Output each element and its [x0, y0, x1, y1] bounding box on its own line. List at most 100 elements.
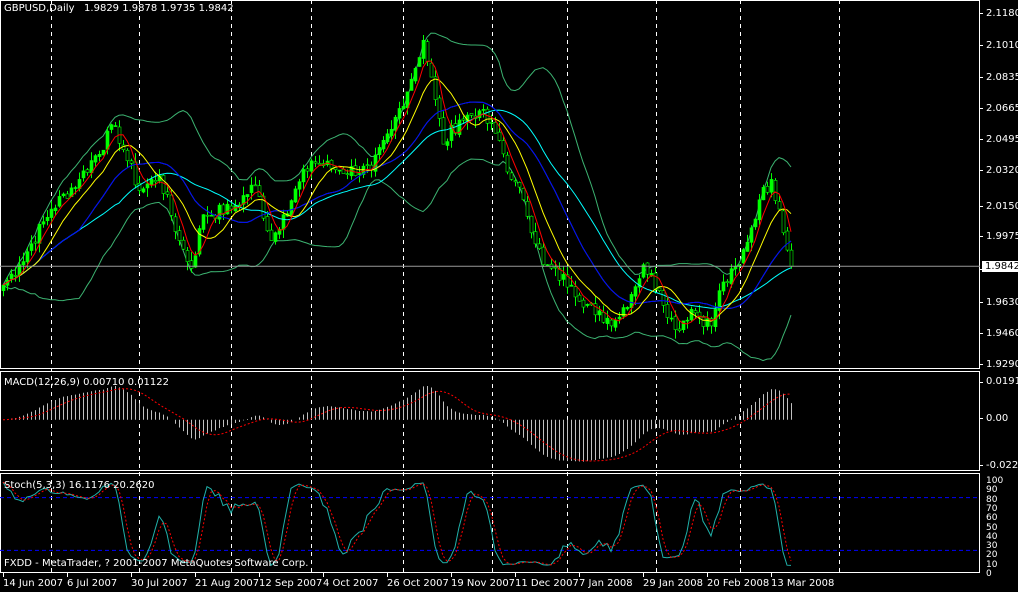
candle-bear — [125, 149, 130, 162]
candle-bear — [677, 328, 682, 331]
candle-bull — [749, 227, 754, 243]
price-axis-label: 1.9975 — [986, 231, 1018, 242]
candle-bull — [301, 169, 306, 183]
candle-bull — [149, 178, 154, 185]
candle-bull — [745, 241, 750, 252]
candle-bull — [481, 109, 486, 111]
candle-bull — [413, 68, 418, 82]
chart-canvas[interactable] — [0, 0, 1018, 592]
candle-bear — [725, 281, 730, 284]
date-axis-label: 14 Jun 2007 — [3, 578, 64, 589]
macd-axis-zero: 0.00 — [986, 413, 1009, 424]
macd-axis-max: 0.01919 — [986, 376, 1018, 387]
candle-bull — [1, 284, 6, 291]
candle-bear — [581, 299, 586, 308]
candle-bull — [61, 193, 66, 197]
candle-bull — [741, 249, 746, 264]
candle-bear — [441, 117, 446, 145]
copyright-text: FXDD - MetaTrader, ? 2001-2007 MetaQuote… — [4, 558, 309, 569]
candle-bull — [273, 232, 278, 242]
date-axis-label: 6 Jul 2007 — [67, 578, 118, 589]
date-axis-label: 30 Jul 2007 — [131, 578, 188, 589]
bollinger-lower-band — [2, 158, 792, 362]
candle-bull — [681, 320, 686, 331]
macd-label: MACD(12,26,9) 0.00710 0.01122 — [4, 377, 170, 388]
price-axis-label: 2.1180 — [986, 8, 1018, 19]
candle-bear — [533, 231, 538, 245]
symbol-header: GBPUSD,Daily 1.9829 1.9878 1.9735 1.9842 — [4, 3, 234, 14]
candle-bear — [269, 229, 274, 241]
date-axis-label: 13 Mar 2008 — [771, 578, 835, 589]
candle-bull — [225, 203, 230, 215]
candle-bull — [381, 139, 386, 150]
candle-bear — [537, 243, 542, 249]
candle-bear — [777, 201, 782, 210]
date-axis-label: 7 Jan 2008 — [579, 578, 633, 589]
candle-bear — [789, 249, 794, 267]
candle-bear — [521, 188, 526, 201]
candle-bear — [429, 62, 434, 78]
date-axis-label: 20 Feb 2008 — [707, 578, 770, 589]
candle-bear — [601, 312, 606, 323]
candle-bull — [585, 304, 590, 306]
candle-bear — [517, 182, 522, 188]
candle-bear — [665, 304, 670, 318]
candle-bear — [657, 287, 662, 291]
stoch-axis-label: 0 — [986, 569, 992, 579]
candle-bear — [345, 173, 350, 175]
price-axis-label: 2.0150 — [986, 201, 1018, 212]
candle-bear — [229, 205, 234, 210]
candle-bear — [173, 216, 178, 232]
price-axis-label: 1.9290 — [986, 359, 1018, 370]
candle-bull — [281, 214, 286, 230]
candle-bull — [357, 173, 362, 175]
candle-bear — [253, 184, 258, 187]
candle-bull — [445, 141, 450, 146]
candle-bull — [613, 320, 618, 328]
price-axis-label: 1.9630 — [986, 297, 1018, 308]
candle-bear — [365, 164, 370, 166]
candle-bull — [685, 319, 690, 322]
candle-bear — [205, 214, 210, 217]
candle-bull — [393, 116, 398, 131]
bollinger-upper-band — [2, 32, 792, 286]
date-axis-label: 29 Jan 2008 — [643, 578, 703, 589]
candle-bull — [769, 179, 774, 193]
candle-bull — [561, 274, 566, 280]
date-axis-label: 4 Oct 2007 — [323, 578, 379, 589]
candle-bear — [773, 180, 778, 201]
candle-bull — [669, 317, 674, 320]
candle-bear — [501, 140, 506, 155]
candle-bull — [21, 261, 26, 266]
date-axis-label: 21 Aug 2007 — [195, 578, 260, 589]
candle-bull — [569, 284, 574, 287]
candle-bear — [509, 172, 514, 180]
candle-bull — [417, 57, 422, 67]
price-axis-label: 2.0495 — [986, 134, 1018, 145]
candle-bear — [317, 162, 322, 165]
stoch-label: Stoch(5,3,3) 16.1176 20.2620 — [4, 480, 155, 491]
close-value: 1.9842 — [198, 3, 234, 14]
candle-bear — [661, 290, 666, 306]
candle-bull — [625, 307, 630, 310]
candle-bear — [189, 260, 194, 269]
candle-bull — [245, 194, 250, 198]
open-value: 1.9829 — [84, 3, 120, 14]
price-axis-label: 2.1010 — [986, 40, 1018, 51]
current-price-label: 1.9842 — [982, 261, 1018, 272]
candle-bear — [353, 165, 358, 176]
candle-bull — [545, 264, 550, 266]
candle-bull — [389, 129, 394, 136]
candle-bear — [553, 266, 558, 269]
candle-bull — [737, 264, 742, 267]
candle-bull — [93, 155, 98, 163]
candle-bear — [177, 230, 182, 241]
macd-axis-min: -0.02295 — [986, 460, 1018, 471]
candle-bull — [629, 294, 634, 309]
candle-bear — [577, 294, 582, 302]
candle-bear — [497, 131, 502, 141]
candle-bear — [437, 97, 442, 119]
candle-bull — [53, 207, 58, 212]
candle-bull — [141, 188, 146, 193]
candle-bear — [693, 310, 698, 314]
